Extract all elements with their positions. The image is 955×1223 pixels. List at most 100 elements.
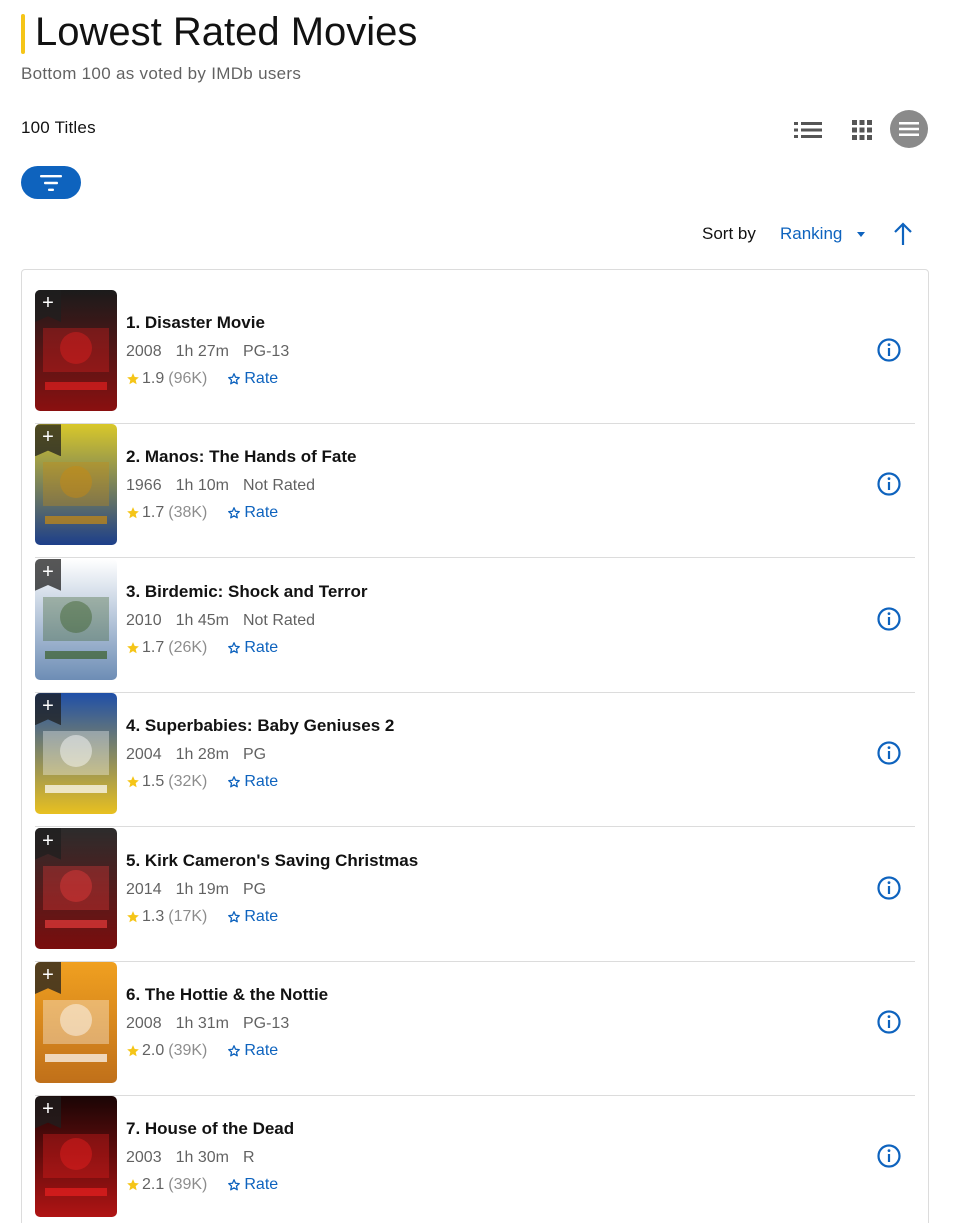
detailed-view-button[interactable] — [792, 116, 824, 144]
title-accent-bar — [21, 14, 25, 54]
page-title: Lowest Rated Movies — [35, 10, 418, 54]
rate-label: Rate — [244, 638, 279, 656]
filter-icon — [40, 174, 62, 191]
grid-view-button[interactable] — [848, 116, 876, 144]
movie-year: 1966 — [126, 477, 162, 495]
rate-label: Rate — [244, 370, 279, 387]
movie-list: + 1. Disaster Movie 2008 1h 27m PG-13 1.… — [21, 269, 929, 1223]
filter-button[interactable] — [21, 166, 81, 199]
star-outline-icon — [228, 507, 241, 519]
poster-image[interactable]: + — [35, 558, 117, 680]
info-icon[interactable] — [876, 337, 902, 363]
star-icon — [127, 507, 139, 519]
star-outline-icon — [228, 641, 241, 654]
info-icon[interactable] — [876, 740, 902, 766]
imdb-rating: 2.1 — [142, 1176, 165, 1194]
movie-runtime: 1h 27m — [175, 343, 229, 360]
rating-row: 1.3 (17K) Rate — [126, 908, 278, 926]
rate-button[interactable]: Rate — [227, 773, 278, 791]
movie-title[interactable]: 3. Birdemic: Shock and Terror — [126, 582, 368, 602]
rate-label: Rate — [244, 773, 279, 791]
imdb-rating: 1.5 — [142, 773, 165, 791]
rate-label: Rate — [244, 1176, 279, 1194]
movie-year: 2004 — [126, 746, 162, 764]
info-icon[interactable] — [876, 875, 902, 901]
star-outline-icon — [228, 373, 241, 385]
rate-label: Rate — [244, 504, 279, 522]
vote-count: (32K) — [168, 773, 208, 791]
movie-title[interactable]: 5. Kirk Cameron's Saving Christmas — [126, 851, 418, 871]
movie-title[interactable]: 1. Disaster Movie — [126, 313, 265, 333]
rate-button[interactable]: Rate — [227, 908, 278, 926]
list-item: + 6. The Hottie & the Nottie 2008 1h 31m… — [35, 962, 915, 1096]
movie-title[interactable]: 7. House of the Dead — [126, 1119, 294, 1139]
list-item: + 4. Superbabies: Baby Geniuses 2 2004 1… — [35, 693, 915, 828]
rating-row: 1.7 (26K) Rate — [126, 639, 278, 657]
sort-label: Sort by — [702, 224, 756, 243]
imdb-rating: 2.0 — [142, 1042, 165, 1059]
star-outline-icon — [228, 1045, 241, 1057]
list-item: + 3. Birdemic: Shock and Terror 2010 1h … — [35, 558, 915, 693]
info-icon[interactable] — [876, 1143, 902, 1169]
movie-certificate: PG-13 — [242, 1015, 290, 1032]
vote-count: (26K) — [168, 638, 208, 656]
movie-certificate: PG — [242, 880, 267, 898]
list-item: + 2. Manos: The Hands of Fate 1966 1h 10… — [35, 424, 915, 559]
movie-title[interactable]: 4. Superbabies: Baby Geniuses 2 — [126, 716, 394, 736]
rate-button[interactable]: Rate — [227, 1176, 278, 1194]
rating-row: 1.5 (32K) Rate — [126, 773, 278, 791]
movie-title[interactable]: 2. Manos: The Hands of Fate — [126, 447, 356, 467]
movie-title[interactable]: 6. The Hottie & the Nottie — [126, 985, 328, 1005]
sort-direction-arrow-icon[interactable] — [891, 221, 915, 247]
movie-certificate: PG — [242, 746, 267, 764]
star-icon — [127, 1179, 139, 1191]
movie-metadata: 1966 1h 10m Not Rated — [126, 477, 315, 495]
movie-year: 2010 — [126, 611, 162, 629]
poster-image[interactable]: + — [35, 290, 117, 411]
info-icon[interactable] — [876, 471, 902, 497]
grid-icon — [852, 120, 872, 140]
list-icon — [794, 122, 822, 138]
movie-metadata: 2008 1h 27m PG-13 — [126, 343, 289, 361]
movie-metadata: 2008 1h 31m PG-13 — [126, 1015, 289, 1033]
rate-button[interactable]: Rate — [227, 504, 278, 522]
movie-metadata: 2014 1h 19m PG — [126, 881, 266, 899]
poster-image[interactable]: + — [35, 827, 117, 949]
star-outline-icon — [228, 776, 241, 788]
info-icon[interactable] — [876, 1009, 902, 1035]
rate-button[interactable]: Rate — [227, 639, 278, 657]
menu-icon — [899, 122, 919, 136]
movie-year: 2003 — [126, 1149, 162, 1167]
rate-label: Rate — [244, 1042, 279, 1059]
star-icon — [127, 641, 139, 654]
poster-image[interactable]: + — [35, 1096, 117, 1218]
poster-image[interactable]: + — [35, 693, 117, 815]
vote-count: (17K) — [168, 907, 208, 925]
compact-view-button[interactable] — [890, 110, 928, 148]
movie-certificate: Not Rated — [242, 477, 316, 495]
movie-metadata: 2003 1h 30m R — [126, 1149, 255, 1167]
movie-metadata: 2010 1h 45m Not Rated — [126, 612, 315, 630]
movie-runtime: 1h 31m — [175, 1015, 229, 1032]
star-icon — [127, 373, 139, 385]
sort-dropdown[interactable]: Ranking — [780, 224, 842, 244]
movie-certificate: PG-13 — [242, 343, 290, 360]
poster-image[interactable]: + — [35, 962, 117, 1083]
movie-year: 2014 — [126, 880, 162, 898]
vote-count: (38K) — [168, 504, 208, 522]
movie-year: 2008 — [126, 343, 162, 360]
rate-button[interactable]: Rate — [227, 1042, 278, 1060]
list-item: + 1. Disaster Movie 2008 1h 27m PG-13 1.… — [35, 290, 915, 424]
rating-row: 2.1 (39K) Rate — [126, 1176, 278, 1194]
info-icon[interactable] — [876, 606, 902, 632]
star-outline-icon — [228, 910, 241, 923]
rate-button[interactable]: Rate — [227, 370, 278, 388]
imdb-rating: 1.9 — [142, 370, 165, 387]
imdb-rating: 1.7 — [142, 504, 165, 522]
poster-image[interactable]: + — [35, 424, 117, 546]
caret-down-icon[interactable] — [855, 228, 867, 240]
rating-row: 1.7 (38K) Rate — [126, 504, 278, 522]
movie-certificate: Not Rated — [242, 611, 316, 629]
movie-runtime: 1h 28m — [175, 746, 229, 764]
star-icon — [127, 1045, 139, 1057]
